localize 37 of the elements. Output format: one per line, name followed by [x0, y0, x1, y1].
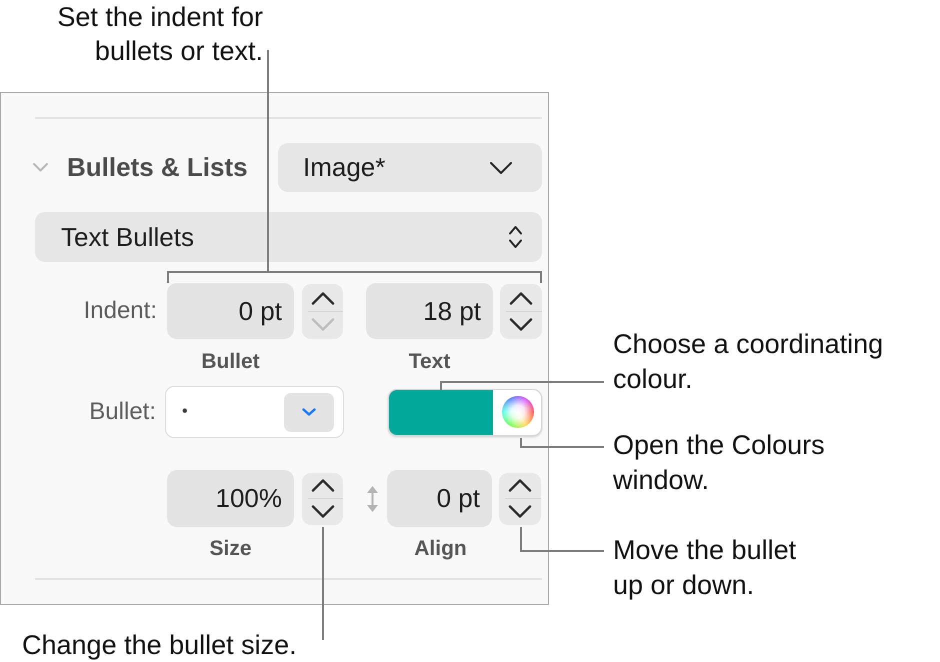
field-caption: Align	[413, 537, 468, 561]
color-wheel-icon[interactable]	[502, 396, 534, 428]
color-well[interactable]	[388, 388, 542, 436]
stepper[interactable]	[302, 284, 343, 338]
number-field[interactable]: 100%	[167, 470, 294, 527]
chevron-up-icon[interactable]	[508, 479, 532, 492]
field-label: Bullet:	[88, 398, 156, 426]
style-popup[interactable]: Image*	[278, 143, 542, 192]
section-title: Bullets & Lists	[67, 152, 248, 183]
callout-text: Move the bullet up or down.	[613, 534, 798, 602]
vertical-arrows-icon	[366, 486, 379, 512]
callout-text: Set the indent for bullets or text.	[56, 1, 263, 68]
number-field[interactable]: 18 pt	[366, 283, 493, 339]
chevron-down-icon[interactable]	[509, 318, 533, 330]
bullet-popup[interactable]: •	[165, 386, 344, 438]
callout-text: Choose a coordinating colour.	[613, 328, 884, 396]
number-field[interactable]: 0 pt	[387, 470, 492, 527]
chevron-down-icon[interactable]	[310, 505, 334, 518]
chevron-down-icon	[490, 162, 512, 174]
up-down-chevron-icon	[508, 224, 523, 250]
color-swatch[interactable]	[389, 390, 493, 434]
stepper[interactable]	[302, 472, 343, 524]
callout-text: Change the bullet size.	[22, 630, 297, 660]
field-caption: Size	[208, 537, 253, 561]
stepper[interactable]	[500, 284, 542, 338]
stepper[interactable]	[499, 472, 541, 524]
chevron-down-icon[interactable]	[508, 505, 532, 518]
chevron-down-icon	[302, 408, 316, 416]
field-caption: Bullet	[200, 350, 261, 374]
field-label: Indent:	[82, 297, 157, 325]
chevron-up-icon[interactable]	[509, 292, 533, 304]
field-caption: Text	[408, 350, 452, 374]
bullet-type-popup[interactable]: Text Bullets	[35, 212, 542, 262]
chevron-up-icon[interactable]	[310, 479, 334, 492]
number-field[interactable]: 0 pt	[167, 283, 294, 339]
chevron-up-icon[interactable]	[310, 292, 334, 304]
callout-text: Open the Colours window.	[613, 429, 826, 497]
